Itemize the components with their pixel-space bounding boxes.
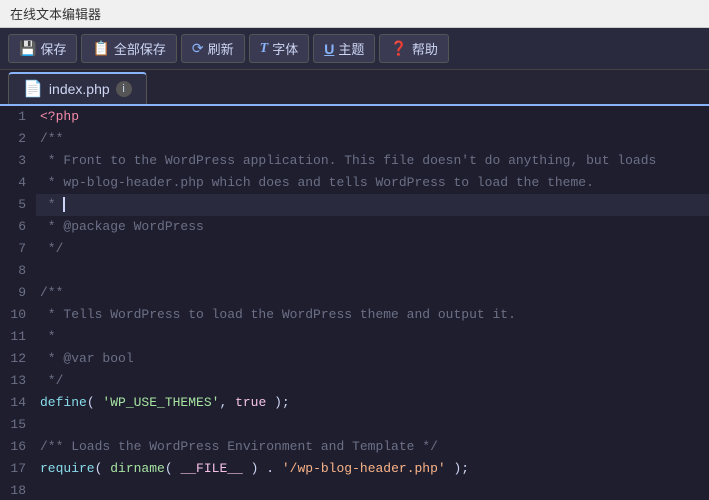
line-content: * Front to the WordPress application. Th… (36, 150, 709, 172)
line-number: 4 (0, 172, 36, 194)
refresh-icon: ⟳ (192, 40, 204, 57)
editor: 1 <?php 2 /** 3 * Front to the WordPress… (0, 106, 709, 498)
help-icon: ❓ (390, 40, 407, 57)
line-content: /** (36, 128, 709, 150)
line-content: /** (36, 282, 709, 304)
line-content: <?php (36, 106, 709, 128)
line-content (36, 260, 709, 282)
line-number: 17 (0, 458, 36, 480)
line-content (36, 414, 709, 436)
line-content: define( 'WP_USE_THEMES', true ); (36, 392, 709, 414)
line-number: 12 (0, 348, 36, 370)
table-row: 14 define( 'WP_USE_THEMES', true ); (0, 392, 709, 414)
line-content: */ (36, 370, 709, 392)
line-content: * @var bool (36, 348, 709, 370)
table-row: 11 * (0, 326, 709, 348)
refresh-label: 刷新 (208, 39, 234, 58)
line-content: * (36, 194, 709, 216)
line-content: */ (36, 238, 709, 260)
tab-info-icon[interactable]: i (116, 81, 132, 97)
save-icon: 💾 (19, 40, 36, 57)
tab-bar: 📄 index.php i (0, 70, 709, 106)
line-number: 9 (0, 282, 36, 304)
line-content: /** Loads the WordPress Environment and … (36, 436, 709, 458)
line-number: 16 (0, 436, 36, 458)
line-number: 10 (0, 304, 36, 326)
font-button[interactable]: T 字体 (249, 34, 310, 63)
line-number: 3 (0, 150, 36, 172)
table-row: 18 (0, 480, 709, 498)
table-row: 7 */ (0, 238, 709, 260)
tab-index-php[interactable]: 📄 index.php i (8, 72, 147, 104)
line-content: * wp-blog-header.php which does and tell… (36, 172, 709, 194)
help-label: 帮助 (412, 39, 438, 58)
table-row: 17 require( dirname( __FILE__ ) . '/wp-b… (0, 458, 709, 480)
line-number: 2 (0, 128, 36, 150)
line-number: 15 (0, 414, 36, 436)
line-content: * @package WordPress (36, 216, 709, 238)
table-row: 3 * Front to the WordPress application. … (0, 150, 709, 172)
line-content (36, 480, 709, 498)
table-row: 8 (0, 260, 709, 282)
table-row: 10 * Tells WordPress to load the WordPre… (0, 304, 709, 326)
table-row: 4 * wp-blog-header.php which does and te… (0, 172, 709, 194)
table-row: 16 /** Loads the WordPress Environment a… (0, 436, 709, 458)
font-icon: T (260, 41, 269, 57)
line-number: 8 (0, 260, 36, 282)
line-number: 14 (0, 392, 36, 414)
theme-button[interactable]: U 主题 (313, 34, 375, 63)
save-all-button[interactable]: 📋 全部保存 (81, 34, 176, 63)
line-number: 18 (0, 480, 36, 498)
theme-icon: U (324, 41, 334, 57)
title-text: 在线文本编辑器 (10, 7, 101, 22)
help-button[interactable]: ❓ 帮助 (379, 34, 448, 63)
line-number: 5 (0, 194, 36, 216)
table-row: 15 (0, 414, 709, 436)
refresh-button[interactable]: ⟳ 刷新 (181, 34, 245, 63)
line-content: * Tells WordPress to load the WordPress … (36, 304, 709, 326)
theme-label: 主题 (338, 39, 364, 58)
line-content: * (36, 326, 709, 348)
table-row: 12 * @var bool (0, 348, 709, 370)
table-row: 5 * (0, 194, 709, 216)
line-number: 7 (0, 238, 36, 260)
line-content: require( dirname( __FILE__ ) . '/wp-blog… (36, 458, 709, 480)
table-row: 6 * @package WordPress (0, 216, 709, 238)
save-all-icon: 📋 (92, 40, 109, 57)
table-row: 13 */ (0, 370, 709, 392)
save-button[interactable]: 💾 保存 (8, 34, 77, 63)
toolbar: 💾 保存 📋 全部保存 ⟳ 刷新 T 字体 U 主题 ❓ 帮助 (0, 28, 709, 70)
table-row: 9 /** (0, 282, 709, 304)
save-label: 保存 (40, 39, 66, 58)
save-all-label: 全部保存 (114, 39, 166, 58)
line-number: 13 (0, 370, 36, 392)
font-label: 字体 (272, 39, 298, 58)
line-number: 6 (0, 216, 36, 238)
title-bar: 在线文本编辑器 (0, 0, 709, 28)
tab-file-icon: 📄 (23, 79, 43, 99)
table-row: 1 <?php (0, 106, 709, 128)
table-row: 2 /** (0, 128, 709, 150)
tab-filename: index.php (49, 81, 110, 97)
line-number: 1 (0, 106, 36, 128)
line-number: 11 (0, 326, 36, 348)
